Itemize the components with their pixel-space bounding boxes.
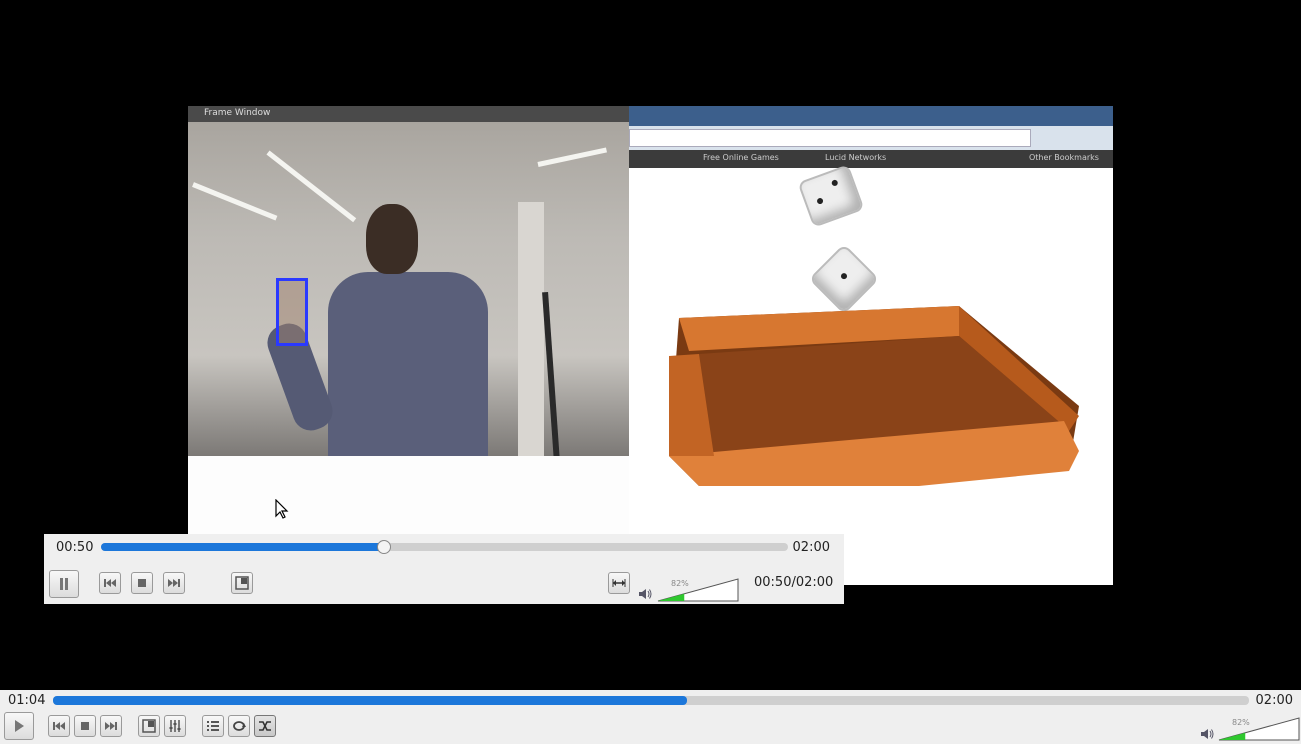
webcam-window: Frame Window: [188, 106, 629, 456]
next-icon: [105, 722, 117, 730]
seek-slider[interactable]: [101, 540, 788, 554]
playlist-icon: [207, 721, 219, 731]
play-button[interactable]: [4, 712, 34, 740]
next-icon: [168, 579, 180, 587]
webcam-titlebar: Frame Window: [188, 106, 629, 122]
browser-urlbar: [629, 126, 1113, 150]
total-time: 02:00: [792, 540, 830, 555]
time-readout[interactable]: 00:50/02:00: [754, 575, 833, 590]
stop-icon: [138, 579, 146, 587]
extended-settings-button[interactable]: [164, 715, 186, 737]
next-button[interactable]: [163, 572, 185, 594]
equalizer-icon: [169, 720, 181, 732]
speaker-icon[interactable]: [638, 587, 652, 601]
elapsed-time: 00:50: [56, 540, 94, 555]
bookmark-item: Other Bookmarks: [1029, 153, 1099, 162]
loop-button[interactable]: [228, 715, 250, 737]
webcam-scene: [188, 122, 629, 456]
elapsed-time: 01:04: [8, 693, 46, 708]
volume-slider[interactable]: [657, 578, 739, 602]
fullscreen-toggle-button[interactable]: [138, 715, 160, 737]
ceiling-light: [537, 147, 607, 167]
previous-icon: [104, 579, 116, 587]
ceiling-light: [266, 150, 357, 223]
fullscreen-controller[interactable]: 00:50 02:00 82% 00:50/02:00: [44, 534, 844, 604]
seek-slider[interactable]: [53, 696, 1249, 705]
webcam-title: Frame Window: [204, 108, 271, 118]
aspect-ratio-button[interactable]: [608, 572, 630, 594]
fullscreen-icon: [235, 576, 249, 590]
browser-tab-strip: [629, 106, 1113, 126]
seek-handle[interactable]: [376, 540, 391, 554]
pole: [542, 291, 560, 456]
die-bottom: [808, 243, 880, 315]
previous-icon: [53, 722, 65, 730]
shuffle-button[interactable]: [254, 715, 276, 737]
browser-window: Free Online Games Lucid Networks Other B…: [629, 106, 1113, 585]
seek-progress: [53, 696, 687, 705]
stretch-icon: [612, 579, 626, 587]
pause-icon: [60, 578, 68, 590]
die-pip: [830, 179, 839, 187]
mouse-cursor-icon: [275, 499, 289, 519]
tracking-box: [276, 278, 308, 346]
browser-bookmarks-bar: Free Online Games Lucid Networks Other B…: [629, 150, 1113, 168]
browser-url-input: [629, 129, 1031, 147]
person-head: [366, 204, 418, 274]
shuffle-icon: [259, 721, 271, 731]
stop-icon: [81, 722, 89, 730]
wooden-tray: [669, 306, 1079, 486]
video-output[interactable]: Frame Window Free Online Games Lucid Net…: [188, 106, 1113, 585]
stop-button[interactable]: [131, 572, 153, 594]
previous-button[interactable]: [48, 715, 70, 737]
seek-progress: [101, 543, 383, 551]
speaker-icon[interactable]: [1200, 727, 1214, 741]
die-pip: [839, 271, 849, 281]
playlist-button[interactable]: [202, 715, 224, 737]
ceiling-light: [192, 182, 278, 221]
next-button[interactable]: [100, 715, 122, 737]
bookmark-item: Lucid Networks: [825, 153, 887, 162]
previous-button[interactable]: [99, 572, 121, 594]
total-time: 02:00: [1255, 693, 1293, 708]
fullscreen-toggle-button[interactable]: [231, 572, 253, 594]
volume-slider[interactable]: [1218, 717, 1300, 741]
wall-pillar: [518, 202, 544, 456]
stop-button[interactable]: [74, 715, 96, 737]
die-top: [797, 164, 865, 228]
main-controller[interactable]: 01:04 02:00 82%: [0, 690, 1301, 744]
person-body: [328, 272, 488, 456]
die-pip: [816, 197, 824, 205]
play-icon: [15, 720, 24, 732]
loop-icon: [233, 721, 246, 731]
fullscreen-icon: [142, 719, 156, 733]
pause-button[interactable]: [49, 570, 79, 598]
bookmark-item: Free Online Games: [703, 153, 779, 162]
